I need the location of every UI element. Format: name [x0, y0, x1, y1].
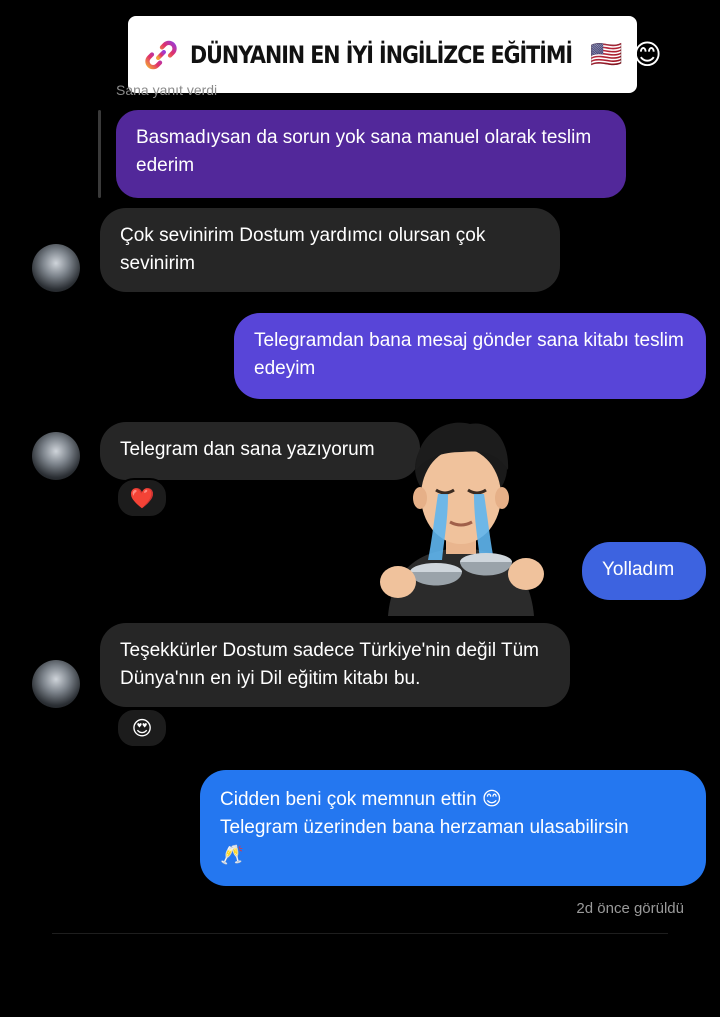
message-line: Cidden beni çok memnun ettin 😊: [220, 789, 502, 810]
divider: [52, 933, 668, 934]
crying-memoji-sticker: [380, 422, 544, 616]
heart-eyes-reaction[interactable]: 😍: [116, 708, 168, 748]
quoted-message-bubble[interactable]: Basmadıysan da sorun yok sana manuel ola…: [116, 110, 626, 198]
avatar[interactable]: [32, 244, 80, 292]
outgoing-message-bubble[interactable]: Cidden beni çok memnun ettin 😊 Telegram …: [200, 770, 706, 886]
incoming-message-bubble[interactable]: Teşekkürler Dostum sadece Türkiye'nin de…: [100, 623, 570, 707]
outgoing-message-bubble[interactable]: Telegramdan bana mesaj gönder sana kitab…: [234, 313, 706, 399]
incoming-message-bubble[interactable]: Çok sevinirim Dostum yardımcı olursan ço…: [100, 208, 560, 292]
heart-reaction[interactable]: ❤️: [116, 478, 168, 518]
reply-label: Sana yanıt verdi: [116, 82, 218, 98]
avatar[interactable]: [32, 432, 80, 480]
seen-status: 2d önce görüldü: [576, 900, 684, 917]
reply-indicator-bar: [98, 110, 101, 198]
banner-title: DÜNYANIN EN İYİ İNGİLİZCE EĞİTİMİ: [190, 40, 573, 69]
link-icon: [145, 40, 177, 69]
us-flag-emoji: 🇺🇸: [590, 39, 623, 69]
avatar[interactable]: [32, 660, 80, 708]
smile-emoji: 😊: [632, 39, 662, 70]
outgoing-message-bubble[interactable]: Yolladım: [582, 542, 706, 600]
message-line: 🥂: [220, 845, 244, 866]
message-line: Telegram üzerinden bana herzaman ulasabi…: [220, 817, 629, 838]
